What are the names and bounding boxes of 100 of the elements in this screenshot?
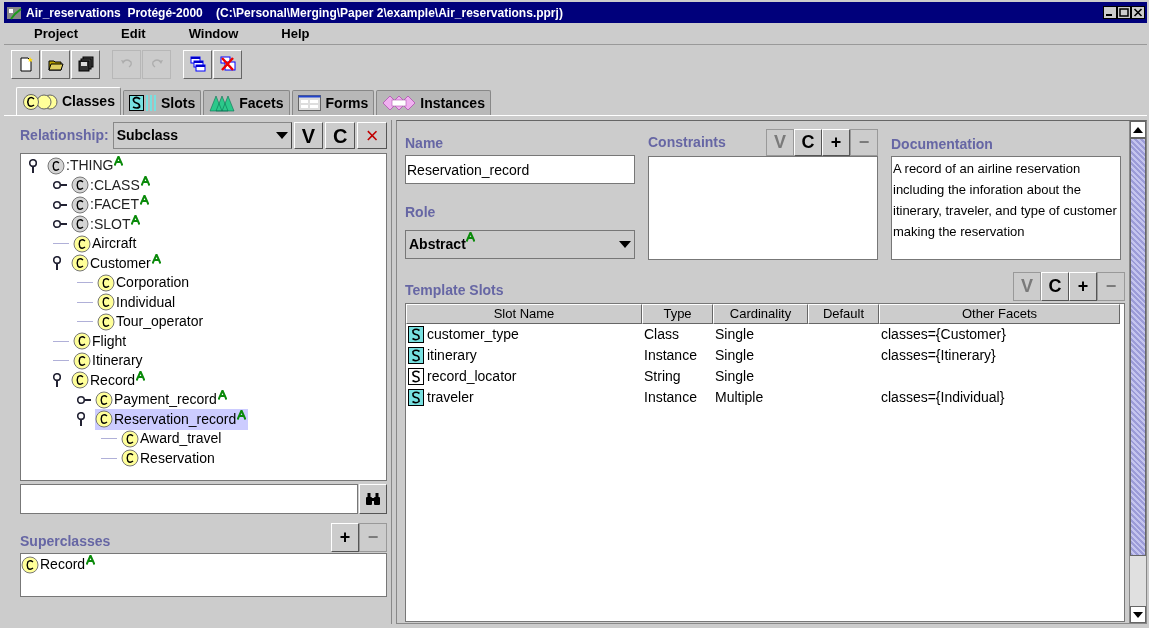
tree-item[interactable]: Reservation (121, 447, 217, 469)
tree-item[interactable]: Customer (71, 252, 163, 274)
tree-item[interactable]: Award_travel (121, 428, 224, 450)
section-label: Template Slots (405, 281, 505, 300)
tab[interactable]: Slots (122, 90, 202, 115)
tree-item[interactable]: Record (71, 369, 148, 391)
menu-item[interactable]: Edit (121, 23, 146, 44)
app-logo-icon (6, 4, 22, 21)
table-cell-text: String (644, 367, 681, 386)
tree-item[interactable]: :THING (47, 155, 126, 177)
system-class-icon (71, 176, 89, 195)
class-icon (73, 332, 91, 351)
role-dropdown[interactable]: Abstract (405, 230, 635, 259)
tab[interactable]: Classes (16, 87, 121, 115)
column-header[interactable]: Type (642, 304, 713, 324)
column-header[interactable]: Other Facets (879, 304, 1120, 324)
scroll-down-icon (1133, 611, 1143, 618)
tree-item[interactable]: :FACET (71, 194, 151, 216)
table-cell-text: itinerary (427, 346, 477, 365)
scroll-thumb[interactable] (1130, 138, 1146, 556)
caret-icon (275, 131, 288, 140)
table-cell-text: traveler (427, 388, 474, 407)
new-file-icon (17, 56, 34, 72)
tool-button[interactable]: C (1041, 272, 1069, 301)
search-field[interactable] (20, 484, 358, 514)
system-class-icon (71, 195, 89, 214)
class-icon (95, 390, 113, 409)
tool-button[interactable]: V (293, 122, 324, 149)
diamonds-tab-icon (382, 94, 417, 112)
tool-button[interactable]: + (822, 129, 850, 156)
class-icon (71, 254, 89, 273)
tree-item[interactable]: Itinerary (73, 350, 145, 372)
tool-button[interactable]: C (794, 129, 822, 156)
menu-item[interactable]: Help (281, 23, 310, 44)
field-label: Constraints (648, 133, 727, 152)
expanded-toggle-icon[interactable] (77, 412, 85, 427)
table-cell-text: Instance (644, 388, 697, 407)
window-title: Air_reservations Protégé-2000 (C:\Personal\Merging\Paper 2\example\Air_reservations.pprj) (26, 4, 564, 22)
tool-button[interactable]: C (325, 122, 356, 149)
tab[interactable]: Instances (376, 90, 491, 115)
tool-button[interactable]: × (357, 122, 387, 149)
section-label: Superclasses (20, 532, 112, 551)
tree-item[interactable]: Payment_record (95, 389, 229, 411)
field-label: Role (405, 203, 437, 222)
tree-item[interactable]: Aircraft (73, 233, 139, 255)
class-icon (95, 410, 113, 429)
class-icon (73, 234, 91, 253)
facets-tab-icon (209, 94, 236, 112)
documentation-field[interactable]: A record of an airline reservation including the inforation about the itinerary, traveler, and type of customer making the reservation (891, 156, 1121, 260)
tree-item[interactable]: Flight (73, 330, 129, 352)
tree-item[interactable]: Tour_operator (97, 311, 206, 333)
tree-item[interactable]: Corporation (97, 272, 192, 294)
vertical-scrollbar[interactable] (1129, 121, 1146, 623)
menu-item[interactable]: Project (34, 23, 79, 44)
class-icon (71, 371, 89, 390)
field-label: Name (405, 134, 445, 151)
form-tab-icon (297, 94, 322, 112)
maximize-icon[interactable] (1117, 6, 1131, 19)
tab[interactable]: Facets (203, 90, 290, 115)
tree-item[interactable]: :SLOT (71, 213, 143, 235)
tree-item[interactable]: Reservation_record (95, 408, 249, 430)
class-icon (97, 312, 115, 331)
classes-tab-icon (22, 92, 58, 111)
minimize-icon[interactable] (1103, 6, 1117, 19)
class-icon (97, 273, 115, 292)
class-icon (121, 429, 139, 448)
tree-item[interactable]: :CLASS (71, 174, 152, 196)
column-header[interactable]: Slot Name (406, 304, 642, 324)
expanded-toggle-icon[interactable] (53, 256, 61, 271)
table-cell-text: customer_type (427, 325, 519, 344)
class-icon (121, 449, 139, 468)
superclass-item[interactable]: Record (21, 554, 96, 575)
system-class-icon (71, 215, 89, 234)
caret-icon (619, 240, 631, 249)
menu-item[interactable]: Window (188, 23, 239, 44)
field-label: Relationship: (20, 126, 109, 145)
tool-button[interactable]: + (1069, 272, 1097, 301)
system-class-icon (47, 156, 65, 175)
table-cell-text: Instance (644, 346, 697, 365)
column-header[interactable]: Default (808, 304, 879, 324)
tool-button[interactable]: + (331, 523, 359, 552)
expanded-toggle-icon[interactable] (29, 158, 37, 173)
cascade-windows-icon (189, 56, 206, 72)
table-cell-text: Single (715, 346, 754, 365)
find-button[interactable] (359, 484, 387, 514)
name-field[interactable]: Reservation_record (405, 155, 635, 184)
expanded-toggle-icon[interactable] (53, 373, 61, 388)
table-cell-text: Single (715, 367, 754, 386)
close-windows-icon (219, 56, 236, 72)
close-icon[interactable] (1131, 6, 1145, 19)
table-cell-text: classes={Individual} (881, 388, 1005, 407)
table-cell-text: Class (644, 325, 679, 344)
column-header[interactable]: Cardinality (713, 304, 808, 324)
binoculars-icon (365, 492, 381, 506)
slots-tab-icon (128, 94, 157, 112)
tab[interactable]: Forms (291, 90, 375, 115)
relationship-dropdown[interactable]: Subclass (112, 122, 292, 149)
table-cell-text: Single (715, 325, 754, 344)
tree-item[interactable]: Individual (97, 291, 178, 313)
field-label: Documentation (891, 135, 994, 154)
